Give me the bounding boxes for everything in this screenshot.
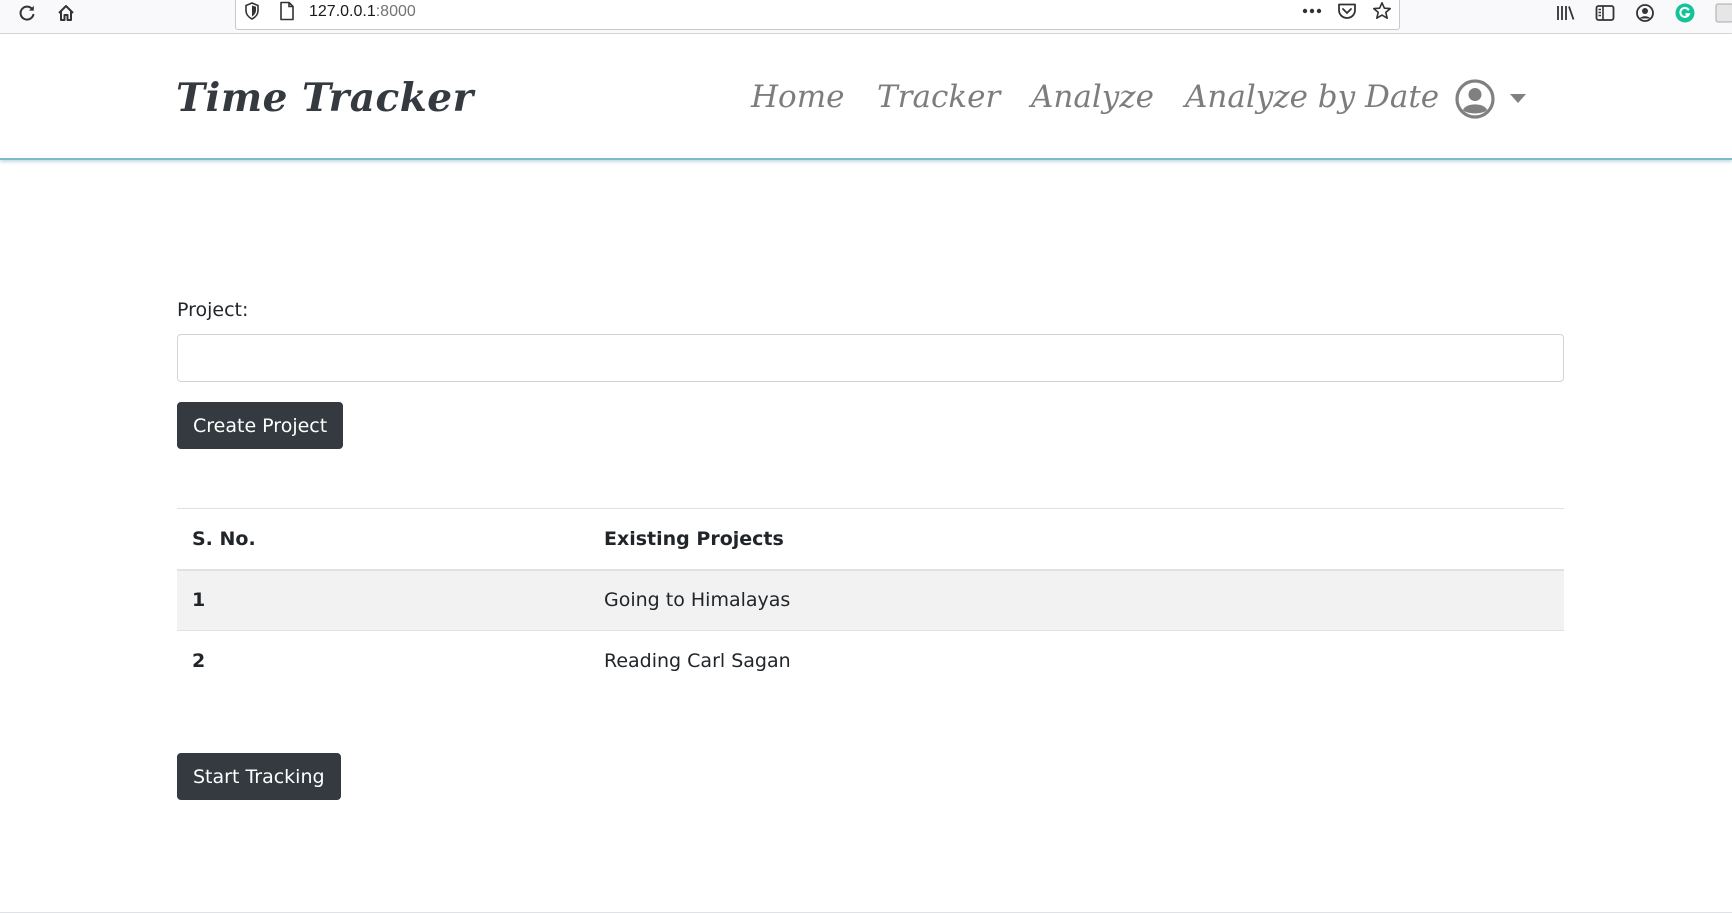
user-dropdown-toggle[interactable] <box>1455 79 1526 121</box>
url-port: :8000 <box>375 3 416 20</box>
create-project-button[interactable]: Create Project <box>177 402 344 449</box>
start-tracking-button[interactable]: Start Tracking <box>177 753 341 800</box>
projects-table: S. No. Existing Projects 1 Going to Hima… <box>177 508 1564 692</box>
row-project-name: Going to Himalayas <box>604 589 791 612</box>
shield-icon[interactable] <box>241 0 263 22</box>
page-icon <box>276 0 298 22</box>
more-icon[interactable] <box>1301 0 1323 22</box>
sidebar-icon[interactable] <box>1594 2 1616 24</box>
browser-toolbar: 127.0.0.1:8000 <box>0 0 1732 34</box>
extension-icon[interactable] <box>1713 2 1732 24</box>
grammarly-icon[interactable] <box>1674 2 1696 24</box>
account-icon[interactable] <box>1634 2 1656 24</box>
user-circle-icon <box>1455 79 1495 119</box>
url-bar[interactable]: 127.0.0.1:8000 <box>235 0 1400 30</box>
home-icon[interactable] <box>55 2 77 24</box>
url-text[interactable]: 127.0.0.1:8000 <box>309 3 416 21</box>
brand-logo[interactable]: Time Tracker <box>176 75 474 121</box>
project-label: Project: <box>177 299 249 321</box>
row-sno: 2 <box>192 650 206 673</box>
nav-link-home[interactable]: Home <box>751 79 844 115</box>
table-row: 2 Reading Carl Sagan <box>177 631 1564 692</box>
row-sno: 1 <box>192 589 206 612</box>
project-input[interactable] <box>177 334 1564 382</box>
nav-link-analyze-by-date[interactable]: Analyze by Date <box>1185 79 1439 115</box>
pocket-icon[interactable] <box>1336 0 1358 22</box>
star-icon[interactable] <box>1371 0 1393 22</box>
reload-icon[interactable] <box>16 2 38 24</box>
url-host: 127.0.0.1 <box>309 3 376 20</box>
table-row: 1 Going to Himalayas <box>177 569 1564 631</box>
footer-divider <box>0 912 1732 913</box>
header-existing-projects: Existing Projects <box>604 527 784 550</box>
nav-link-analyze[interactable]: Analyze <box>1031 79 1154 115</box>
table-header-row: S. No. Existing Projects <box>177 508 1564 570</box>
row-project-name: Reading Carl Sagan <box>604 650 791 673</box>
site-navbar: Time Tracker Home Tracker Analyze Analyz… <box>0 35 1732 160</box>
chevron-down-icon <box>1510 94 1526 103</box>
nav-link-tracker[interactable]: Tracker <box>877 79 1000 115</box>
header-sno: S. No. <box>192 527 256 550</box>
library-icon[interactable] <box>1555 2 1577 24</box>
